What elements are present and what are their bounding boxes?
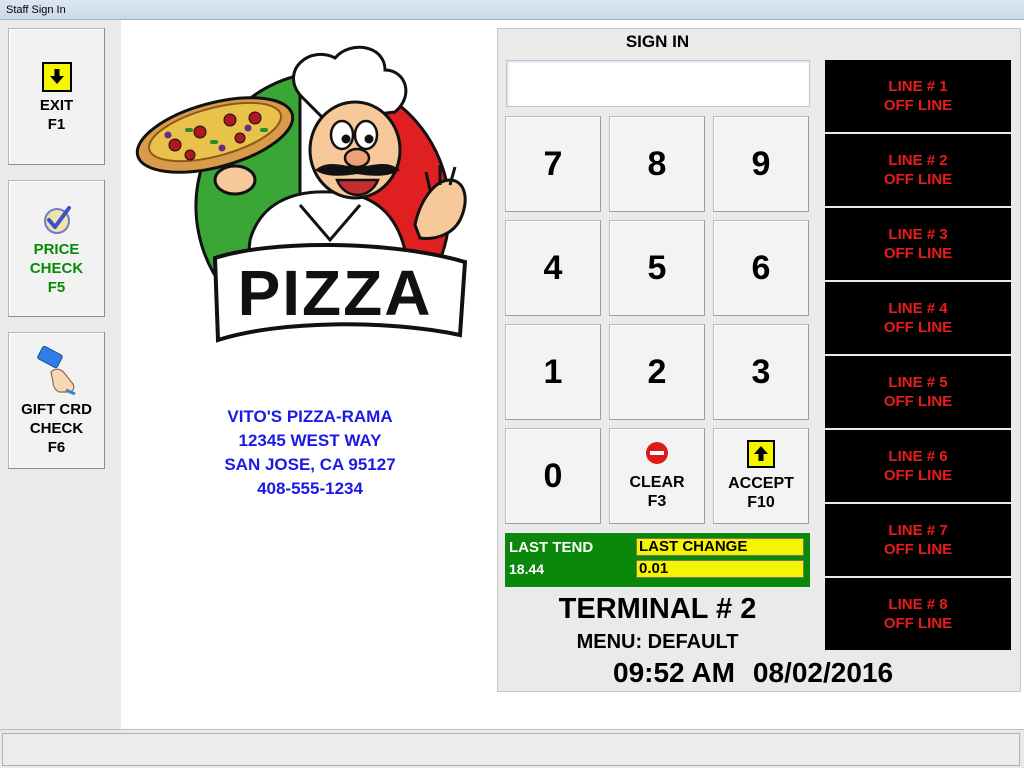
- gift-card-key: F6: [47, 439, 66, 456]
- accept-key: F10: [747, 494, 775, 511]
- store-city: SAN JOSE, CA 95127: [224, 455, 396, 474]
- line-status: OFF LINE: [883, 97, 953, 114]
- line-status-8: LINE # 8 OFF LINE: [825, 578, 1011, 650]
- line-name: LINE # 5: [888, 374, 948, 391]
- line-status: OFF LINE: [883, 541, 953, 558]
- line-name: LINE # 1: [888, 78, 948, 95]
- line-status: OFF LINE: [883, 467, 953, 484]
- line-status: OFF LINE: [883, 319, 953, 336]
- key-3[interactable]: 3: [713, 324, 809, 420]
- clear-label: CLEAR: [629, 474, 685, 491]
- clock-time: 09:52 AM: [613, 657, 735, 688]
- line-name: LINE # 6: [888, 448, 948, 465]
- line-status-3: LINE # 3 OFF LINE: [825, 208, 1011, 280]
- line-status: OFF LINE: [883, 245, 953, 262]
- line-status-5: LINE # 5 OFF LINE: [825, 356, 1011, 428]
- key-1[interactable]: 1: [505, 324, 601, 420]
- key-8[interactable]: 8: [609, 116, 705, 212]
- line-name: LINE # 7: [888, 522, 948, 539]
- gift-card-check-button[interactable]: GIFT CRD CHECK F6: [8, 332, 105, 469]
- no-entry-icon: [646, 442, 668, 464]
- store-name: VITO'S PIZZA-RAMA: [227, 407, 393, 426]
- pizza-chef-logo: PIZZA: [135, 45, 468, 343]
- sign-in-input[interactable]: [506, 60, 810, 107]
- line-name: LINE # 3: [888, 226, 948, 243]
- accept-button[interactable]: ACCEPT F10: [713, 428, 809, 524]
- key-6[interactable]: 6: [713, 220, 809, 316]
- line-status-4: LINE # 4 OFF LINE: [825, 282, 1011, 354]
- price-check-key: F5: [47, 279, 66, 296]
- window-title-bar: Staff Sign In: [0, 0, 1024, 20]
- key-9[interactable]: 9: [713, 116, 809, 212]
- last-tend-value: 18.44: [509, 561, 545, 577]
- down-arrow-icon: [41, 62, 72, 92]
- store-street: 12345 WEST WAY: [238, 431, 382, 450]
- last-change-label: LAST CHANGE: [636, 538, 804, 556]
- line-status-6: LINE # 6 OFF LINE: [825, 430, 1011, 502]
- checkmark-icon: [43, 206, 71, 234]
- line-name: LINE # 2: [888, 152, 948, 169]
- clock: 09:52 AM 08/02/2016: [613, 657, 893, 689]
- price-check-button[interactable]: PRICE CHECK F5: [8, 180, 105, 317]
- key-7[interactable]: 7: [505, 116, 601, 212]
- clear-button[interactable]: CLEAR F3: [609, 428, 705, 524]
- staff-sign-in-window: Staff Sign In EXIT F1 PRICE CHECK F5 GIF…: [0, 0, 1024, 768]
- clock-date: 08/02/2016: [752, 657, 894, 688]
- line-name: LINE # 4: [888, 300, 948, 317]
- line-name: LINE # 8: [888, 596, 948, 613]
- line-status: OFF LINE: [883, 393, 953, 410]
- price-check-label-1: PRICE: [33, 241, 80, 258]
- exit-label: EXIT: [39, 97, 74, 114]
- gift-card-label-2: CHECK: [29, 420, 84, 437]
- key-0[interactable]: 0: [505, 428, 601, 524]
- store-phone: 408-555-1234: [257, 479, 363, 498]
- key-4[interactable]: 4: [505, 220, 601, 316]
- exit-key: F1: [47, 116, 66, 133]
- key-2[interactable]: 2: [609, 324, 705, 420]
- exit-button[interactable]: EXIT F1: [8, 28, 105, 165]
- sign-in-label: SIGN IN: [625, 32, 690, 51]
- line-status-1: LINE # 1 OFF LINE: [825, 60, 1011, 132]
- gift-card-hand-icon: [36, 345, 76, 396]
- terminal-title: TERMINAL # 2: [558, 593, 757, 625]
- tender-info-panel: LAST TEND 18.44 LAST CHANGE 0.01: [505, 533, 810, 587]
- last-change-value: 0.01: [636, 560, 804, 578]
- line-status: OFF LINE: [883, 171, 953, 188]
- last-tend-label: LAST TEND: [509, 539, 594, 556]
- up-arrow-icon: [747, 440, 775, 468]
- status-bar: [0, 729, 1024, 768]
- status-bar-panel: [2, 733, 1020, 766]
- line-status-7: LINE # 7 OFF LINE: [825, 504, 1011, 576]
- price-check-label-2: CHECK: [29, 260, 84, 277]
- gift-card-label-1: GIFT CRD: [21, 401, 92, 418]
- key-5[interactable]: 5: [609, 220, 705, 316]
- logo-text: PIZZA: [238, 257, 433, 329]
- menu-name: MENU: DEFAULT: [576, 631, 739, 653]
- line-status: OFF LINE: [883, 615, 953, 632]
- clear-key: F3: [647, 493, 667, 510]
- line-status-2: LINE # 2 OFF LINE: [825, 134, 1011, 206]
- store-info: VITO'S PIZZA-RAMA 12345 WEST WAY SAN JOS…: [170, 405, 450, 501]
- accept-label: ACCEPT: [728, 475, 794, 492]
- window-title: Staff Sign In: [6, 4, 66, 16]
